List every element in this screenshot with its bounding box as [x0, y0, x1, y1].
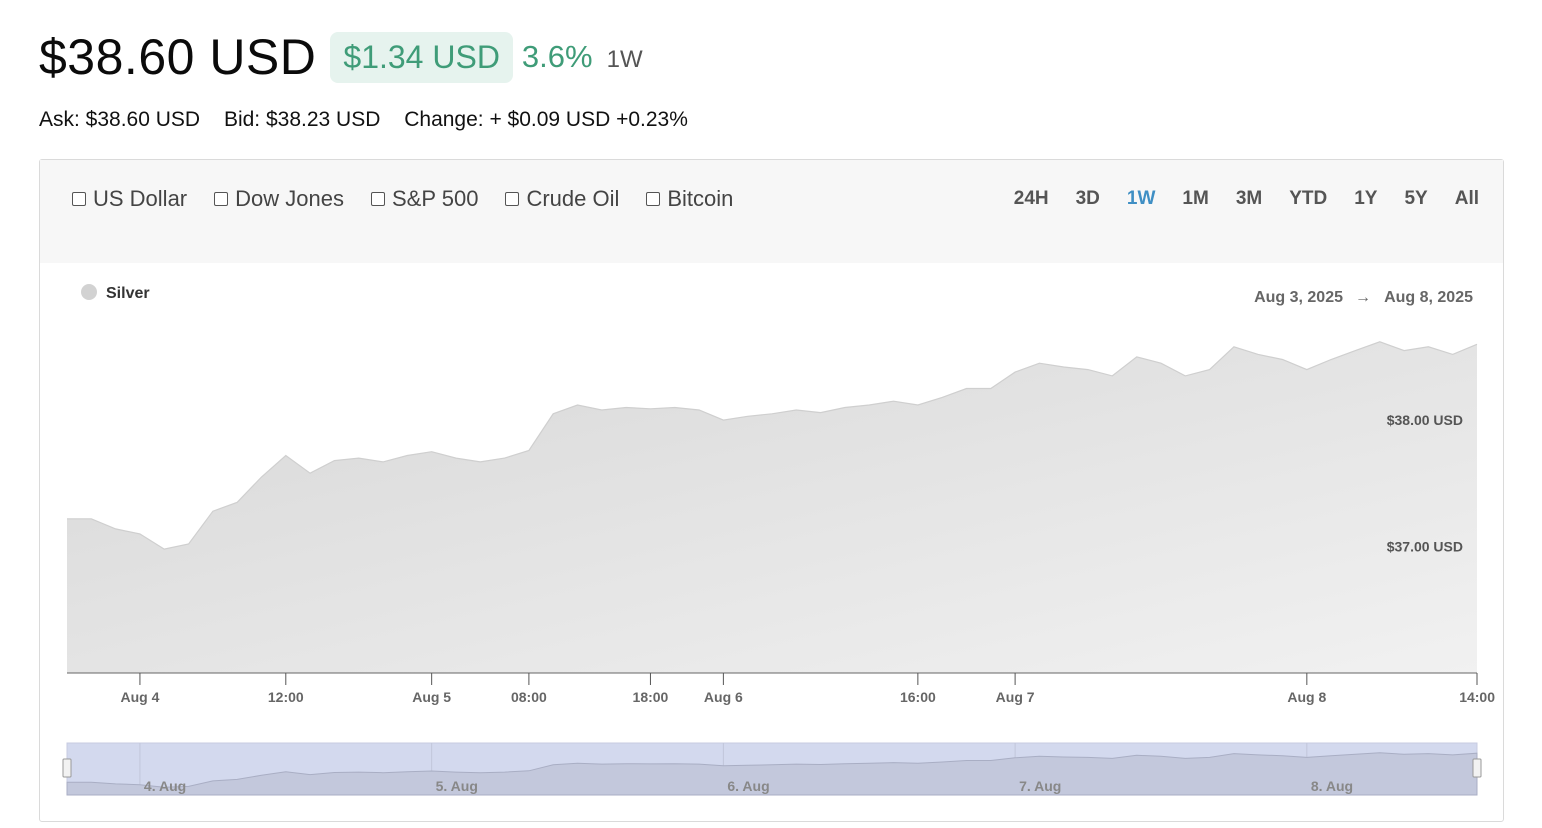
compare-us-dollar[interactable]: US Dollar: [72, 186, 187, 212]
range-5y[interactable]: 5Y: [1404, 188, 1427, 210]
x-tick-label: 18:00: [633, 689, 669, 705]
period-label: 1W: [606, 46, 643, 73]
x-tick-label: Aug 5: [412, 689, 451, 705]
compare-options: US Dollar Dow Jones S&P 500 Crude Oil Bi…: [72, 186, 760, 212]
checkbox[interactable]: [370, 192, 385, 206]
x-tick-label: Aug 6: [704, 689, 743, 705]
price-chart[interactable]: Silver Aug 3, 2025 → Aug 8, 2025 $38.00 …: [40, 263, 1503, 821]
price-header: $38.60 USD $1.34 USD 3.6% 1W: [39, 26, 643, 88]
checkbox[interactable]: [214, 192, 229, 206]
change-summary: Change: + $0.09 USD +0.23%: [404, 108, 688, 131]
change-percent: 3.6%: [521, 39, 593, 74]
bid-price: Bid: $38.23 USD: [223, 108, 381, 131]
quote-line: Ask: $38.60 USD Bid: $38.23 USD Change: …: [39, 108, 706, 132]
range-3m[interactable]: 3M: [1236, 188, 1262, 210]
chart-legend[interactable]: Silver: [81, 284, 150, 302]
range-all[interactable]: All: [1455, 188, 1479, 210]
x-tick-label: Aug 4: [120, 689, 159, 705]
compare-sp500[interactable]: S&P 500: [370, 186, 479, 212]
checkbox[interactable]: [72, 192, 86, 206]
compare-bitcoin[interactable]: Bitcoin: [646, 186, 733, 212]
date-range: Aug 3, 2025 → Aug 8, 2025: [1254, 289, 1473, 306]
compare-crude-oil[interactable]: Crude Oil: [505, 186, 619, 212]
x-tick-label: 14:00: [1459, 689, 1495, 705]
range-ytd[interactable]: YTD: [1289, 188, 1327, 210]
range-1m[interactable]: 1M: [1182, 188, 1208, 210]
legend-marker-silver: [81, 284, 97, 300]
compare-label: Crude Oil: [526, 186, 620, 211]
x-tick-label: Aug 8: [1287, 689, 1326, 705]
compare-label: S&P 500: [391, 186, 479, 211]
range-selector: 24H 3D 1W 1M 3M YTD 1Y 5Y All: [987, 188, 1479, 210]
range-1w[interactable]: 1W: [1127, 188, 1156, 210]
x-tick-label: 16:00: [900, 689, 936, 705]
current-price: $38.60 USD: [39, 29, 317, 85]
navigator-tick-label: 6. Aug: [727, 778, 769, 794]
checkbox[interactable]: [505, 192, 520, 206]
compare-label: Bitcoin: [667, 186, 734, 211]
chart-toolbar: US Dollar Dow Jones S&P 500 Crude Oil Bi…: [40, 160, 1503, 263]
compare-label: US Dollar: [93, 186, 188, 211]
compare-dow-jones[interactable]: Dow Jones: [214, 186, 344, 212]
range-1y[interactable]: 1Y: [1354, 188, 1377, 210]
y-tick-label: $37.00 USD: [1387, 539, 1463, 555]
date-range-arrow: →: [1355, 289, 1371, 306]
navigator-tick-label: 4. Aug: [144, 778, 186, 794]
navigator-tick-label: 8. Aug: [1311, 778, 1353, 794]
x-tick-label: 08:00: [511, 689, 547, 705]
silver-area: [67, 341, 1477, 673]
y-tick-label: $38.00 USD: [1387, 412, 1463, 428]
x-tick-label: 12:00: [268, 689, 304, 705]
range-24h[interactable]: 24H: [1014, 188, 1049, 210]
navigator-tick-label: 7. Aug: [1019, 778, 1061, 794]
navigator-handle-right[interactable]: [1472, 758, 1482, 778]
range-3d[interactable]: 3D: [1076, 188, 1100, 210]
legend-label-silver: Silver: [106, 285, 150, 302]
date-range-from[interactable]: Aug 3, 2025: [1254, 289, 1343, 306]
chart-card: US Dollar Dow Jones S&P 500 Crude Oil Bi…: [39, 159, 1504, 822]
plot-area: $38.00 USD $37.00 USD Aug 4 12:00 Aug 5 08:00…: [67, 341, 1495, 705]
ask-price: Ask: $38.60 USD: [39, 108, 201, 131]
navigator-handle-left[interactable]: [62, 758, 72, 778]
x-tick-label: Aug 7: [996, 689, 1035, 705]
change-amount-badge: $1.34 USD: [330, 31, 513, 83]
date-range-to[interactable]: Aug 8, 2025: [1384, 289, 1473, 306]
checkbox[interactable]: [646, 192, 661, 206]
navigator-tick-label: 5. Aug: [436, 778, 478, 794]
navigator[interactable]: 4. Aug 5. Aug 6. Aug 7. Aug 8. Aug: [62, 742, 1482, 796]
compare-label: Dow Jones: [235, 186, 344, 211]
